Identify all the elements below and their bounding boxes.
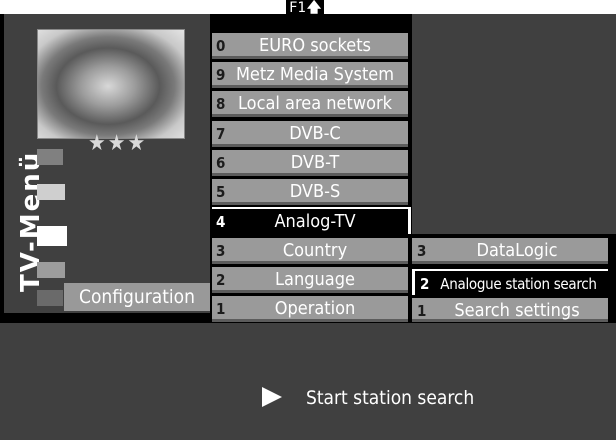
- submenu-item-number: 3: [417, 242, 427, 260]
- submenu-item-label: Analogue station search: [440, 275, 597, 293]
- menu-item-language[interactable]: 2 Language: [212, 267, 408, 293]
- action-panel: Start station search: [0, 323, 616, 440]
- f1-label: F1: [289, 0, 306, 16]
- submenu-item-analogue-station-search[interactable]: 2 Analogue station search: [412, 269, 608, 295]
- menu-item-operation[interactable]: 1 Operation: [212, 296, 408, 322]
- start-station-search-label: Start station search: [306, 387, 475, 409]
- menu-level-indicator: [37, 290, 63, 306]
- menu-item-label: Metz Media System: [235, 64, 395, 85]
- up-arrow-icon: 🡅: [306, 0, 322, 16]
- menu-item-metz-media-system[interactable]: 9 Metz Media System: [212, 62, 408, 88]
- menu-item-analog-tv[interactable]: 4 Analog-TV: [212, 207, 411, 234]
- play-icon: [262, 387, 282, 407]
- menu-item-dvb-t[interactable]: 6 DVB-T: [212, 150, 408, 176]
- menu-item-dvb-s[interactable]: 5 DVB-S: [212, 179, 408, 205]
- menu-item-local-area-network[interactable]: 8 Local area network: [212, 91, 408, 117]
- menu-item-country[interactable]: 3 Country: [212, 238, 408, 264]
- submenu-item-number: 2: [420, 275, 430, 293]
- menu-item-label: Operation: [274, 298, 356, 319]
- configuration-label: Configuration: [64, 283, 210, 311]
- menu-level-indicator: [37, 184, 65, 200]
- submenu-background: [412, 14, 616, 234]
- menu-item-label: DVB-C: [289, 123, 341, 144]
- tv-screen: ★★★ TV-Menü Configuration 0 EURO sockets …: [0, 14, 616, 440]
- menu-item-label: Country: [282, 240, 348, 261]
- submenu-item-search-settings[interactable]: 1 Search settings: [412, 298, 608, 322]
- menu-item-label: DVB-S: [289, 181, 341, 202]
- menu-item-dvb-c[interactable]: 7 DVB-C: [212, 121, 408, 147]
- menu-level-indicator: [37, 262, 65, 278]
- rating-stars: ★★★: [88, 131, 148, 156]
- menu-item-label: Local area network: [237, 93, 393, 114]
- f1-hotkey-badge: F1🡅: [286, 0, 325, 16]
- tiger-preview-image: [37, 29, 185, 139]
- menu-item-euro-sockets[interactable]: 0 EURO sockets: [212, 33, 408, 59]
- start-station-search-button[interactable]: Start station search: [262, 383, 474, 413]
- menu-item-label: Analog-TV: [274, 211, 356, 232]
- menu-level-indicator: [37, 149, 63, 165]
- menu-item-label: Language: [275, 269, 355, 290]
- menu-level-indicator-active: [37, 226, 67, 246]
- menu-item-label: DVB-T: [290, 152, 340, 173]
- menu-item-label: EURO sockets: [259, 35, 371, 56]
- submenu-item-number: 1: [417, 302, 427, 320]
- submenu-item-label: DataLogic: [476, 240, 558, 261]
- submenu-item-datalogic[interactable]: 3 DataLogic: [412, 238, 608, 264]
- submenu-item-label: Search settings: [454, 300, 580, 321]
